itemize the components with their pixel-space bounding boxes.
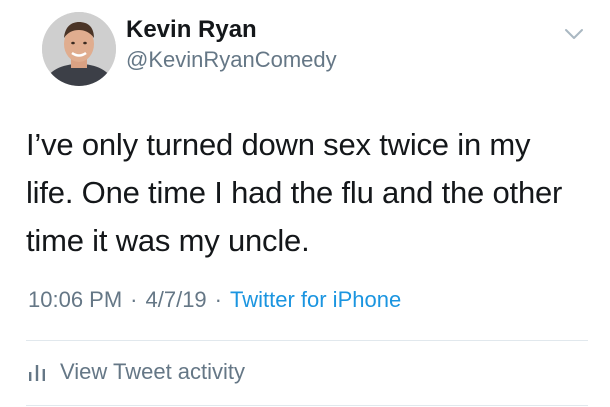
tweet-text-line: time it was my uncle. [26, 223, 310, 258]
author-handle[interactable]: @KevinRyanComedy [126, 47, 337, 73]
chevron-down-icon[interactable] [562, 24, 586, 44]
divider [26, 340, 588, 341]
author-name[interactable]: Kevin Ryan [126, 16, 257, 44]
profile-photo [42, 12, 116, 86]
separator-dot: · [214, 287, 222, 312]
avatar[interactable] [42, 12, 116, 86]
tweet-text-line: life. One time I had the flu and the oth… [26, 175, 563, 210]
tweet-metadata: 10:06 PM · 4/7/19 · Twitter for iPhone [28, 287, 401, 313]
tweet-text-line: I’ve only turned down sex twice in my [26, 127, 531, 162]
bar-chart-icon [29, 365, 45, 381]
tweet-card: Kevin Ryan @KevinRyanComedy I’ve only tu… [0, 0, 610, 407]
tweet-date: 4/7/19 [145, 287, 207, 312]
tweet-source-link[interactable]: Twitter for iPhone [230, 287, 401, 312]
tweet-text: I’ve only turned down sex twice in my li… [26, 121, 586, 265]
tweet-time: 10:06 PM [28, 287, 123, 312]
view-tweet-activity-label: View Tweet activity [60, 359, 246, 384]
view-tweet-activity-button[interactable]: View Tweet activity [28, 357, 245, 387]
separator-dot: · [130, 287, 138, 312]
divider [26, 405, 588, 406]
